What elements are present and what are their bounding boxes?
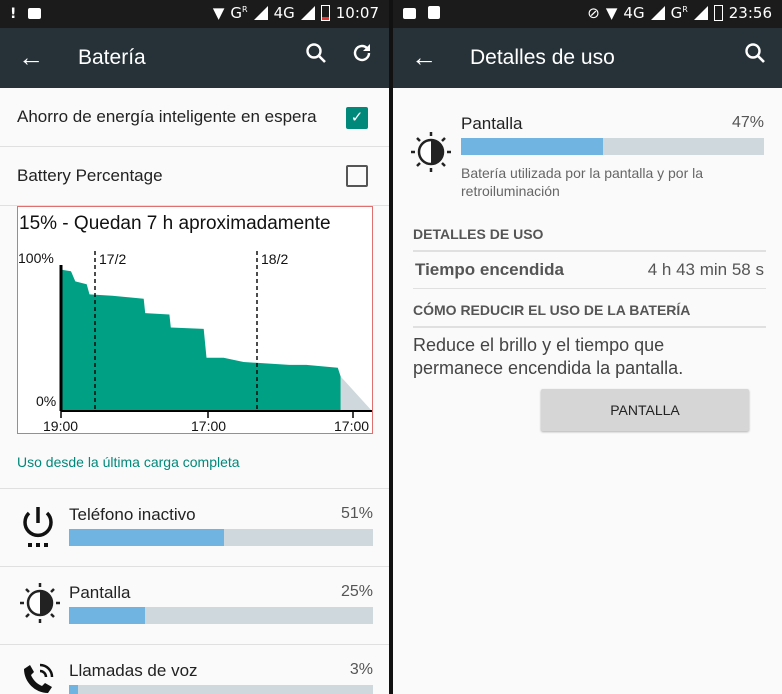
usage-item-idle[interactable]: Teléfono inactivo 51%: [0, 488, 389, 567]
setting-label: Ahorro de energía inteligente en espera: [17, 107, 317, 126]
usage-name: Pantalla: [69, 583, 131, 602]
usage-bar-fill: [461, 138, 604, 155]
usage-bar-fill: [69, 607, 145, 624]
clock: 10:07: [335, 4, 379, 22]
refresh-icon[interactable]: [351, 42, 373, 70]
usage-bar-fill: [69, 685, 79, 694]
brightness-icon: [409, 130, 453, 174]
page-title: Detalles de uso: [470, 46, 615, 69]
usage-percentage: 51%: [340, 505, 373, 522]
usage-details-screen: ⊘ ▼ 4G GR 23:56 ← Detalles de uso Pantal…: [393, 0, 782, 694]
app-bar: ← Detalles de uso: [393, 28, 782, 88]
section-header-usage-details: DETALLES DE USO: [413, 226, 766, 252]
usage-name: Llamadas de voz: [69, 661, 198, 680]
screen-settings-button[interactable]: PANTALLA: [541, 389, 749, 431]
status-bar: ⊘ ▼ 4G GR 23:56: [393, 0, 782, 28]
usage-item-voice-calls[interactable]: Llamadas de voz 3%: [0, 644, 389, 694]
battery-percentage-setting[interactable]: Battery Percentage: [0, 147, 389, 206]
app-bar: ← Batería: [0, 28, 389, 88]
network-type: 4G: [623, 4, 645, 22]
usage-percentage: 3%: [349, 661, 373, 678]
clipboard-icon: [428, 6, 440, 19]
alert-icon: !: [10, 6, 17, 22]
carrier-label: GR: [670, 4, 688, 22]
usage-bar-fill: [69, 529, 225, 546]
smart-standby-setting[interactable]: Ahorro de energía inteligente en espera …: [0, 88, 389, 147]
wifi-icon: ▼: [605, 4, 618, 22]
usage-bar-track: [69, 685, 373, 694]
do-not-disturb-icon: ⊘: [587, 4, 600, 22]
marker-label: 17/2: [99, 251, 126, 267]
image-notification-icon: [403, 8, 416, 19]
x-tick-label: 17:00: [191, 418, 226, 433]
back-arrow-icon[interactable]: ←: [18, 42, 44, 73]
item-percentage: 47%: [731, 114, 764, 131]
carrier-label: GR: [230, 4, 248, 22]
battery-percentage-checkbox[interactable]: [346, 165, 368, 187]
usage-since-charge-link[interactable]: Uso desde la última carga completa: [17, 454, 240, 470]
battery-screen: ! ▼ GR 4G 10:07 ← Batería Ahorro de ener…: [0, 0, 389, 694]
smart-standby-checkbox[interactable]: ✓: [346, 107, 368, 129]
network-type: 4G: [273, 4, 295, 22]
search-icon[interactable]: [744, 42, 766, 70]
page-title: Batería: [78, 46, 146, 69]
signal-icon-2: [693, 6, 708, 20]
phone-call-icon: [18, 659, 58, 694]
chart-plot: 100% 0% 17/2 18/2 19:00 17:00 17:00: [18, 250, 372, 433]
brightness-icon: [18, 581, 60, 625]
y-tick-label: 0%: [36, 393, 56, 409]
image-notification-icon: [28, 8, 42, 19]
status-bar: ! ▼ GR 4G 10:07: [0, 0, 389, 28]
section-header-reduce-usage: CÓMO REDUCIR EL USO DE LA BATERÍA: [413, 302, 766, 328]
wifi-icon: ▼: [212, 4, 225, 22]
reduce-usage-text: Reduce el brillo y el tiempo que permane…: [413, 335, 684, 378]
search-icon[interactable]: [305, 42, 327, 70]
setting-label: Battery Percentage: [17, 166, 163, 185]
item-description: Batería utilizada por la pantalla y por …: [461, 165, 704, 199]
power-icon: [18, 503, 58, 547]
usage-bar-track: [69, 529, 373, 546]
marker-label: 18/2: [261, 251, 288, 267]
time-on-value: 4 h 43 min 58 s: [647, 260, 764, 279]
usage-bar-track: [461, 138, 764, 155]
battery-history-chart[interactable]: 15% - Quedan 7 h aproximadamente 100% 0%…: [17, 206, 373, 434]
signal-icon: [253, 6, 268, 20]
back-arrow-icon[interactable]: ←: [411, 42, 437, 73]
usage-percentage: 25%: [340, 583, 373, 600]
usage-bar-track: [69, 607, 373, 624]
divider: [413, 288, 766, 289]
battery-icon: [320, 5, 330, 21]
signal-icon: [650, 6, 665, 20]
signal-icon-2: [300, 6, 315, 20]
time-on-label: Tiempo encendida: [415, 260, 564, 279]
battery-icon: [713, 5, 723, 21]
battery-level-area: [61, 267, 341, 411]
x-tick-label: 17:00: [334, 418, 369, 433]
y-tick-label: 100%: [18, 250, 54, 266]
usage-name: Teléfono inactivo: [69, 505, 196, 524]
projection-area: [340, 376, 372, 411]
item-name: Pantalla: [461, 114, 523, 133]
clock: 23:56: [728, 4, 772, 22]
usage-item-screen[interactable]: Pantalla 25%: [0, 566, 389, 645]
x-tick-label: 19:00: [43, 418, 78, 433]
